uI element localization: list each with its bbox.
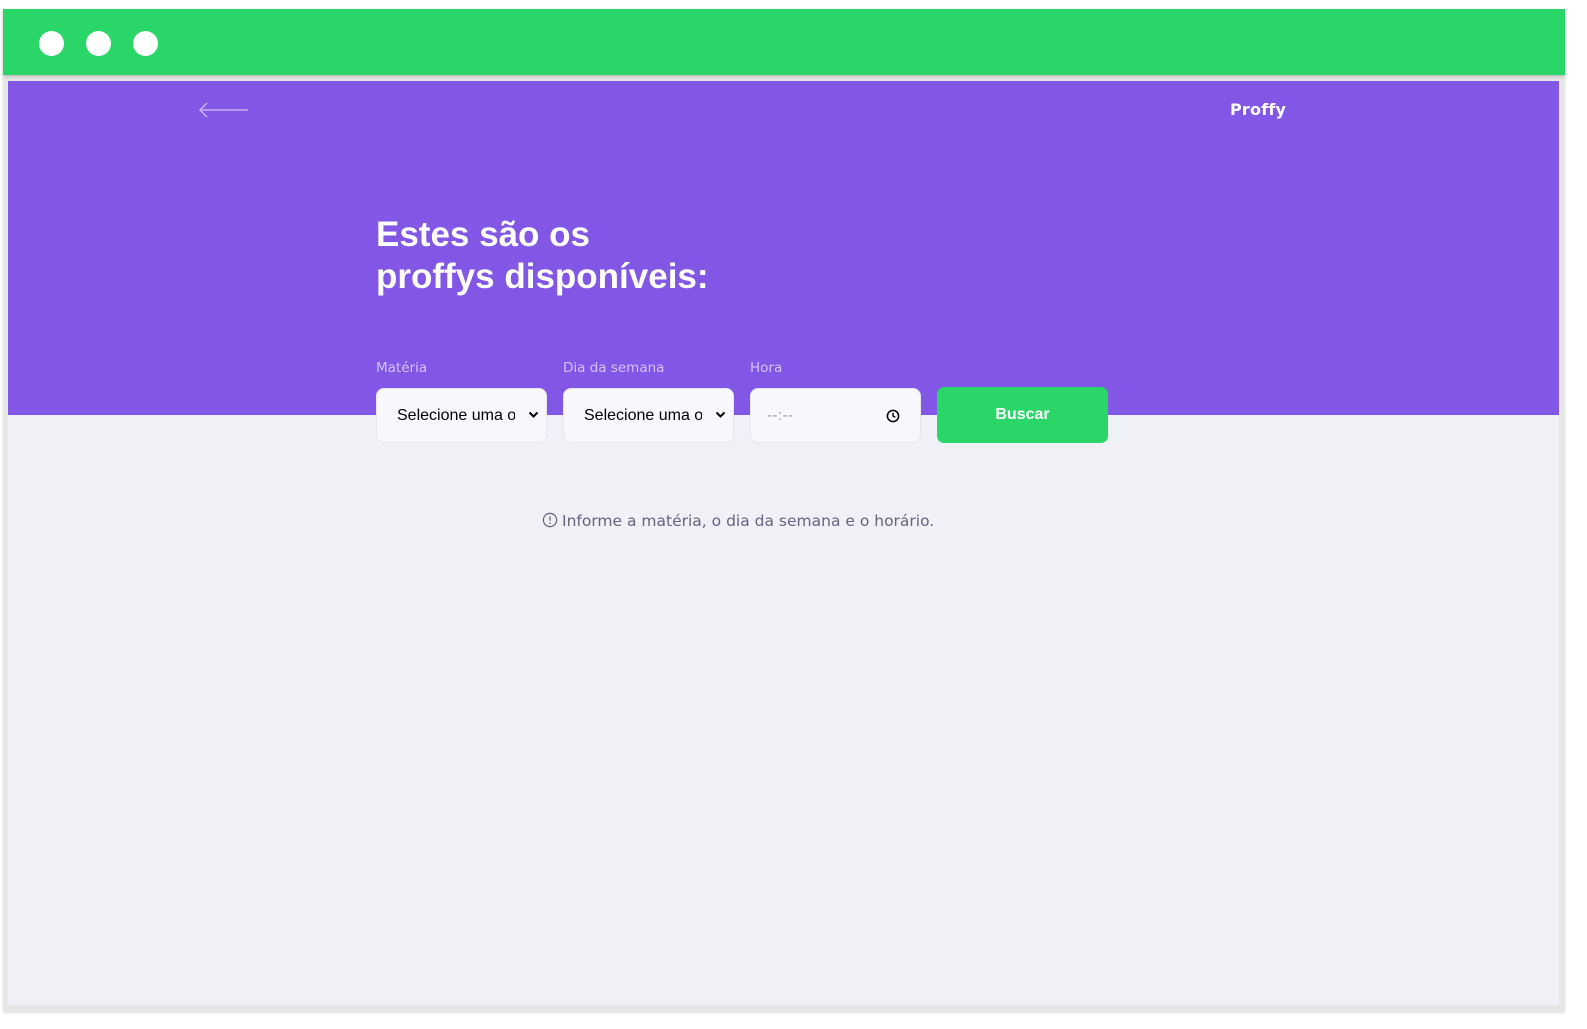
search-button[interactable]: Buscar [937, 387, 1108, 443]
subject-label: Matéria [376, 360, 428, 376]
browser-window: Proffy Estes são os proffys disponíveis:… [3, 9, 1565, 1012]
close-dot[interactable] [39, 31, 64, 56]
weekday-select-value: Selecione uma opção [584, 406, 702, 424]
minimize-dot[interactable] [86, 31, 111, 56]
time-input[interactable]: --:-- [750, 388, 921, 443]
page-title-line1: Estes são os [376, 215, 590, 254]
brand-logo[interactable]: Proffy [1230, 100, 1286, 119]
page-title-line2: proffys disponíveis: [376, 257, 709, 296]
time-input-value: --:-- [767, 407, 794, 424]
info-message: Informe a matéria, o dia da semana e o h… [542, 512, 934, 530]
chevron-down-icon [715, 411, 726, 418]
time-label: Hora [750, 360, 783, 376]
page-viewport: Proffy Estes são os proffys disponíveis:… [8, 81, 1559, 1005]
page-header: Proffy Estes são os proffys disponíveis:… [8, 81, 1559, 443]
clock-icon[interactable] [886, 409, 900, 423]
arrow-left-icon[interactable] [196, 99, 250, 121]
info-text: Informe a matéria, o dia da semana e o h… [562, 512, 935, 530]
chevron-down-icon [528, 411, 539, 418]
subject-select-value: Selecione uma opção [397, 406, 515, 424]
weekday-select[interactable]: Selecione uma opção [563, 388, 734, 443]
subject-select[interactable]: Selecione uma opção [376, 388, 547, 443]
page-title: Estes são os proffys disponíveis: [376, 214, 796, 298]
window-titlebar [3, 9, 1565, 75]
maximize-dot[interactable] [133, 31, 158, 56]
alert-circle-icon [542, 512, 558, 527]
weekday-label: Dia da semana [563, 360, 665, 376]
